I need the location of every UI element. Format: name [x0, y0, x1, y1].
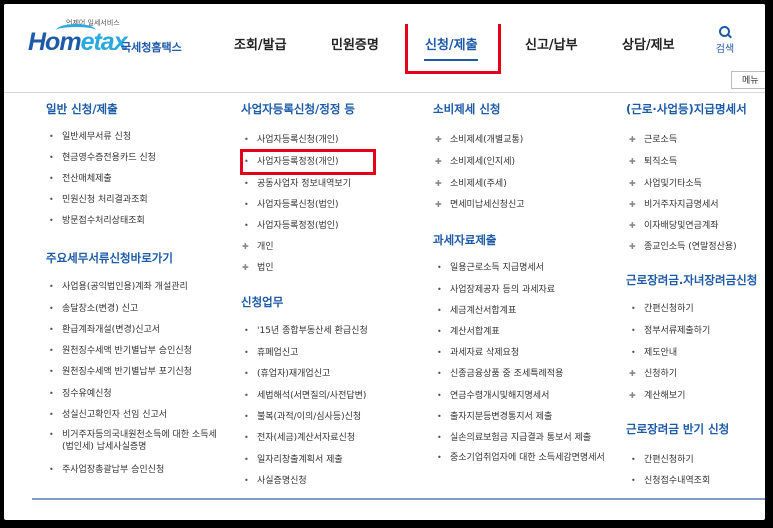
expand-corporate[interactable]: 법인 [242, 262, 273, 274]
link-pension-start[interactable]: 연금수령개시및해지명세서 [437, 390, 549, 402]
link-fact-certificate[interactable]: 사실증명신청 [244, 475, 307, 487]
section-consumption-tax: 소비제세 신청 [433, 102, 501, 116]
link-collection-deferral[interactable]: 징수유예신청 [49, 388, 112, 400]
footer-divider [32, 498, 765, 500]
link-half-simple-apply[interactable]: 간편신청하기 [631, 454, 694, 466]
link-tax-invoice-summary[interactable]: 세금계산서합계표 [437, 305, 516, 317]
expand-earned-income[interactable]: 근로소득 [629, 134, 677, 146]
section-work-incentive: 근로장려금.자녀장려금신청 [626, 273, 758, 287]
link-biz-register-corp[interactable]: 사업자등록신청(법인) [244, 199, 338, 211]
link-visit-status[interactable]: 방문접수처리상태조회 [49, 215, 145, 227]
search-label: 검색 [715, 44, 735, 55]
link-workplace-provider[interactable]: 사업장제공자 등의 과세자료 [437, 284, 555, 296]
link-withholding-approve[interactable]: 원천징수세액 반기별납부 승인신청 [49, 345, 192, 357]
section-application-work: 신청업무 [241, 295, 284, 309]
expand-individual-transport[interactable]: 소비제세(개별교통) [435, 134, 523, 146]
section-half-year-incentive: 근로장려금 반기 신청 [626, 422, 730, 436]
nav-highlight-box [405, 24, 501, 74]
link-property-tax-refund[interactable]: '15년 종합부동산세 환급신청 [244, 325, 368, 337]
header: 언제어 일세서비스 Hometax 국세청홈택스 조회/발급 민원증명 신청/제… [4, 4, 765, 74]
section-general-application: 일반 신청/제출 [46, 102, 118, 116]
nav-consult-report[interactable]: 상담/제보 [622, 34, 675, 53]
search-button[interactable]: 검색 [709, 26, 741, 55]
link-consolidated-payment[interactable]: 주사업장총괄납부 승인신청 [49, 464, 164, 476]
link-joint-business[interactable]: 공동사업자 정보내역보기 [244, 178, 351, 190]
logo-word: Hometax [28, 28, 128, 56]
link-equity-change[interactable]: 출자지분등변경통지서 제출 [437, 411, 552, 423]
expand-nonresident[interactable]: 비거주자지급명세서 [629, 199, 718, 211]
page-frame: 언제어 일세서비스 Hometax 국세청홈택스 조회/발급 민원증명 신청/제… [4, 4, 765, 520]
link-application-status[interactable]: 신청접수내역조회 [631, 475, 710, 487]
nav-lookup-issue[interactable]: 조회/발급 [234, 34, 287, 53]
expand-liquor-tax[interactable]: 소비제세(주세) [435, 178, 507, 190]
expand-personal[interactable]: 개인 [242, 241, 273, 253]
header-divider [4, 92, 765, 93]
link-medical-insurance[interactable]: 실손의료보험금 지급결과 통보서 제출 [437, 432, 591, 444]
link-closure-report[interactable]: 휴폐업신고 [244, 347, 299, 359]
expand-stamp-tax[interactable]: 소비제세(인지세) [435, 156, 515, 168]
link-biz-register-personal[interactable]: 사업자등록신청(개인) [244, 134, 338, 146]
link-e-invoice-data[interactable]: 전자(세금)계산서자료신청 [244, 432, 355, 444]
link-system-guide[interactable]: 제도안내 [631, 347, 677, 359]
search-icon [719, 26, 732, 39]
expand-calculate[interactable]: 계산해보기 [629, 390, 686, 402]
link-daily-wage[interactable]: 일용근로소득 지급명세서 [437, 262, 544, 274]
section-major-tax-docs: 주요세무서류신청바로가기 [46, 251, 173, 265]
link-reopen-report[interactable]: (휴업자)재개업신고 [244, 368, 330, 380]
nav-civil-certificate[interactable]: 민원증명 [331, 34, 379, 53]
expand-business-income[interactable]: 사업및기타소득 [629, 178, 702, 190]
expand-tax-exempt[interactable]: 면세미납세신청신고 [435, 199, 524, 211]
link-nonresident-certificate[interactable]: 비거주자등의국내원천소득에 대한 소득세(법인세) 납세사실증명 [49, 429, 222, 453]
section-tax-data-submission: 과세자료제출 [433, 233, 497, 247]
section-payment-statements: (근로·사업등)지급명세서 [626, 102, 747, 116]
link-data-delete[interactable]: 과세자료 삭제요청 [437, 347, 519, 359]
link-job-creation-plan[interactable]: 일자리창출계획서 제출 [244, 454, 343, 466]
expand-retirement-income[interactable]: 퇴직소득 [629, 156, 677, 168]
link-document-submit[interactable]: 정부서류제출하기 [631, 325, 710, 337]
link-general-tax-doc[interactable]: 일반세무서류 신청 [49, 131, 131, 143]
hometax-logo[interactable]: 언제어 일세서비스 Hometax 국세청홈택스 [26, 18, 186, 62]
link-refund-account[interactable]: 환급계좌개설(변경)신고서 [49, 324, 160, 336]
nav-report-payment[interactable]: 신고/납부 [525, 34, 578, 53]
expand-interest-dividend[interactable]: 이자배당및연금계좌 [629, 220, 718, 232]
link-faithful-reporter[interactable]: 성실신고확인자 선임 신고서 [49, 409, 167, 421]
highlight-box [240, 149, 376, 175]
link-biz-correction-corp[interactable]: 사업자등록정정(법인) [244, 220, 338, 232]
link-delivery-place[interactable]: 송달장소(변경) 신고 [49, 303, 138, 315]
link-invoice-summary[interactable]: 계산서합계표 [437, 326, 500, 338]
section-business-registration: 사업자등록신청/정정 등 [241, 102, 356, 116]
link-withholding-waive[interactable]: 원천징수세액 반기별납부 포기신청 [49, 366, 192, 378]
menu-button[interactable]: 메뉴 [731, 71, 765, 89]
link-appeal[interactable]: 불복(과적/이의/심사등)신청 [244, 411, 361, 423]
link-business-account[interactable]: 사업용(공익법인용)계좌 개설관리 [49, 281, 188, 293]
link-electronic-media[interactable]: 전산매체제출 [49, 173, 112, 185]
logo-korean-name: 국세청홈택스 [121, 41, 182, 54]
link-cash-receipt-card[interactable]: 현금영수증전용카드 신청 [49, 152, 156, 164]
link-tax-interpretation[interactable]: 세법해석(서면질의/사전답변) [244, 390, 366, 402]
expand-religious-income[interactable]: 종교인소득 (연말정산용) [629, 241, 737, 253]
link-sme-employee[interactable]: 중소기업취업자에 대한 소득세감면명세서 [437, 452, 610, 464]
expand-apply[interactable]: 신청하기 [629, 368, 677, 380]
link-new-financial[interactable]: 신종금융상품 중 조세특례적용 [437, 368, 563, 380]
link-civil-result[interactable]: 민원신청 처리결과조회 [49, 194, 148, 206]
link-simple-apply[interactable]: 간편신청하기 [631, 303, 694, 315]
